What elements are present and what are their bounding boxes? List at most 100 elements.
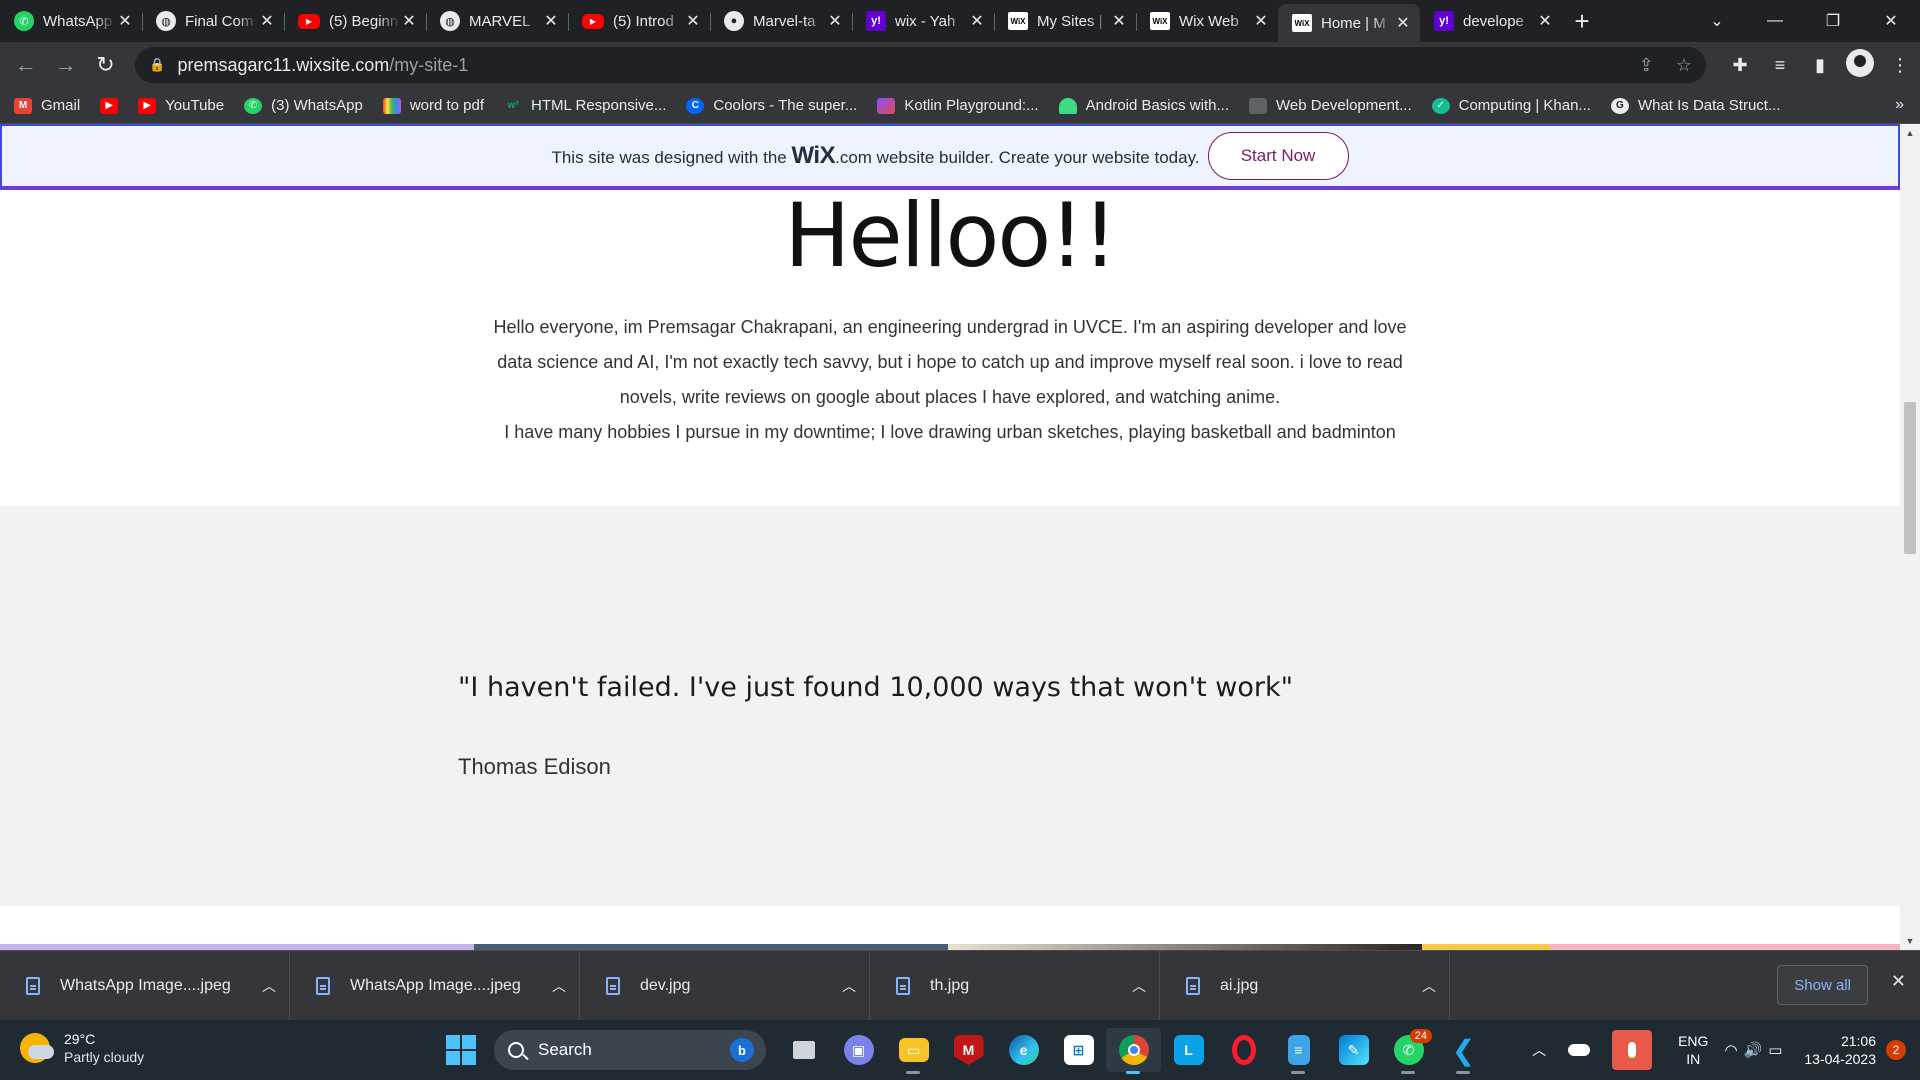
bookmark-kotlin[interactable]: Kotlin Playground:... <box>877 97 1039 114</box>
language-indicator[interactable]: ENG IN <box>1678 1032 1708 1068</box>
youtube-icon: ▶ <box>298 13 320 29</box>
close-icon[interactable]: ✕ <box>1252 11 1270 31</box>
bookmark-coolors[interactable]: C Coolors - The super... <box>686 97 857 114</box>
chevron-up-icon[interactable]: ︿ <box>1522 1040 1556 1060</box>
bookmark-youtube[interactable]: ▶ YouTube <box>138 97 224 114</box>
bookmark-data-structure[interactable]: G What Is Data Struct... <box>1610 97 1780 114</box>
chevron-up-icon[interactable]: ︿ <box>539 976 579 996</box>
close-icon[interactable]: ✕ <box>1536 11 1554 31</box>
minimize-icon[interactable]: — <box>1746 12 1804 30</box>
vscode-icon[interactable]: ❮ <box>1436 1028 1491 1074</box>
close-icon[interactable]: ✕ <box>542 11 560 31</box>
close-icon[interactable]: ✕ <box>258 11 276 31</box>
microphone-icon[interactable] <box>1612 1030 1653 1070</box>
lock-icon[interactable]: 🔒 <box>149 57 165 73</box>
bookmark-gmail[interactable]: M Gmail <box>14 97 80 114</box>
tab-search-chevron-icon[interactable]: ⌄ <box>1688 11 1746 31</box>
tab-wix-web[interactable]: WiX Wix Web ✕ <box>1136 4 1278 38</box>
task-view-icon[interactable] <box>776 1028 831 1072</box>
reading-list-icon[interactable]: ≡ <box>1760 55 1800 76</box>
tab-title: Marvel-ta <box>753 12 816 30</box>
close-icon[interactable]: ✕ <box>1110 11 1128 31</box>
file-explorer-icon[interactable]: ▭ <box>886 1028 941 1074</box>
bookmark-web-development[interactable]: Web Development... <box>1249 97 1412 114</box>
share-icon[interactable]: ⇪ <box>1639 55 1654 76</box>
download-item[interactable]: ai.jpg ︿ <box>1160 950 1450 1021</box>
chevron-up-icon[interactable]: ︿ <box>829 976 869 996</box>
reload-icon[interactable]: ↻ <box>86 45 126 85</box>
weather-temp: 29°C <box>64 1031 96 1047</box>
notification-badge[interactable]: 2 <box>1886 1040 1906 1060</box>
profile-avatar[interactable] <box>1840 48 1880 82</box>
back-icon[interactable]: ← <box>6 45 46 85</box>
page-scrollbar[interactable]: ▲ ▼ <box>1900 124 1920 950</box>
windows-start-icon[interactable] <box>446 1035 476 1065</box>
start-now-button[interactable]: Start Now <box>1207 132 1349 180</box>
onedrive-cloud-icon[interactable] <box>1568 1044 1591 1056</box>
weather-widget[interactable]: 29°C Partly cloudy <box>20 1030 144 1066</box>
address-bar[interactable]: 🔒 premsagarc11.wixsite.com/my-site-1 ⇪ ☆ <box>135 47 1707 83</box>
tab-youtube-beginner[interactable]: ▶ (5) Beginn ✕ <box>284 4 426 38</box>
clock[interactable]: 21:06 13-04-2023 <box>1804 1032 1876 1068</box>
tab-title: Wix Web <box>1179 12 1239 30</box>
bookmark-youtube-icon-only[interactable]: ▶ <box>100 97 119 114</box>
tab-final-com[interactable]: ◍ Final Com ✕ <box>142 4 284 38</box>
tab-github[interactable]: ● Marvel-ta ✕ <box>710 4 852 38</box>
edge-icon[interactable]: e <box>996 1028 1051 1072</box>
show-all-button[interactable]: Show all <box>1777 965 1868 1005</box>
tab-home-active[interactable]: WiX Home | M ✕ <box>1278 4 1420 42</box>
close-icon[interactable]: ✕ <box>1891 971 1906 992</box>
tab-yahoo-developer[interactable]: y! develope ✕ <box>1420 4 1562 38</box>
chevron-up-icon[interactable]: ︿ <box>1409 976 1449 996</box>
teams-chat-icon[interactable]: ▣ <box>831 1028 886 1072</box>
mcafee-icon[interactable]: M <box>941 1028 996 1072</box>
download-item[interactable]: th.jpg ︿ <box>870 950 1160 1021</box>
opera-icon[interactable] <box>1216 1028 1271 1072</box>
linkedin-learning-icon[interactable]: L <box>1161 1028 1216 1072</box>
tab-yahoo-wix[interactable]: y! wix - Yah ✕ <box>852 4 994 38</box>
chrome-icon[interactable] <box>1106 1028 1161 1074</box>
tab-whatsapp[interactable]: ✆ WhatsApp ✕ <box>0 4 142 38</box>
tab-youtube-intro[interactable]: ▶ (5) Introd ✕ <box>568 4 710 38</box>
download-item[interactable]: WhatsApp Image....jpeg ︿ <box>0 950 290 1021</box>
restore-icon[interactable]: ❐ <box>1804 11 1862 31</box>
notepad-icon[interactable]: ≡ <box>1271 1028 1326 1074</box>
new-tab-button[interactable]: + <box>1562 2 1602 40</box>
bookmark-whatsapp[interactable]: ✆ (3) WhatsApp <box>244 97 363 114</box>
scrollbar-thumb[interactable] <box>1904 402 1916 554</box>
download-item[interactable]: WhatsApp Image....jpeg ︿ <box>290 950 580 1021</box>
tab-my-sites[interactable]: WiX My Sites | ✕ <box>994 4 1136 38</box>
close-icon[interactable]: ✕ <box>826 11 844 31</box>
taskbar-search[interactable]: Search b <box>494 1030 766 1070</box>
chevron-up-icon[interactable]: ︿ <box>1119 976 1159 996</box>
scroll-up-icon[interactable]: ▲ <box>1900 128 1920 138</box>
bookmark-khan[interactable]: ✓ Computing | Khan... <box>1431 97 1591 114</box>
quote-author: Thomas Edison <box>458 754 611 779</box>
whatsapp-icon[interactable]: ✆ 24 <box>1381 1028 1436 1074</box>
close-icon[interactable]: ✕ <box>400 11 418 31</box>
side-panel-icon[interactable]: ▮ <box>1800 55 1840 76</box>
download-item[interactable]: dev.jpg ︿ <box>580 950 870 1021</box>
bookmark-android-basics[interactable]: Android Basics with... <box>1058 97 1229 114</box>
youtube-icon: ▶ <box>138 97 157 114</box>
close-window-icon[interactable]: ✕ <box>1862 11 1920 31</box>
scroll-down-icon[interactable]: ▼ <box>1900 936 1920 946</box>
wifi-volume-battery-icons[interactable]: ◠🔊▭ <box>1724 1041 1788 1059</box>
menu-kebab-icon[interactable]: ⋮ <box>1880 55 1920 76</box>
tab-marvel[interactable]: ◍ MARVEL ✕ <box>426 4 568 38</box>
close-icon[interactable]: ✕ <box>1394 13 1412 33</box>
bing-icon[interactable]: b <box>730 1038 754 1062</box>
close-icon[interactable]: ✕ <box>968 11 986 31</box>
microsoft-store-icon[interactable]: ⊞ <box>1051 1028 1106 1072</box>
paint-icon[interactable]: ✎ <box>1326 1028 1381 1072</box>
bookmark-word-to-pdf[interactable]: word to pdf <box>382 97 484 114</box>
chevron-up-icon[interactable]: ︿ <box>249 976 289 996</box>
bookmarks-overflow-icon[interactable]: » <box>1895 96 1904 114</box>
close-icon[interactable]: ✕ <box>684 11 702 31</box>
forward-icon[interactable]: → <box>46 45 86 85</box>
star-icon[interactable]: ☆ <box>1676 55 1692 76</box>
whatsapp-icon: ✆ <box>244 97 263 114</box>
bookmark-html-responsive[interactable]: w³ HTML Responsive... <box>504 97 666 114</box>
close-icon[interactable]: ✕ <box>116 11 134 31</box>
extensions-icon[interactable]: ✚ <box>1720 55 1760 76</box>
